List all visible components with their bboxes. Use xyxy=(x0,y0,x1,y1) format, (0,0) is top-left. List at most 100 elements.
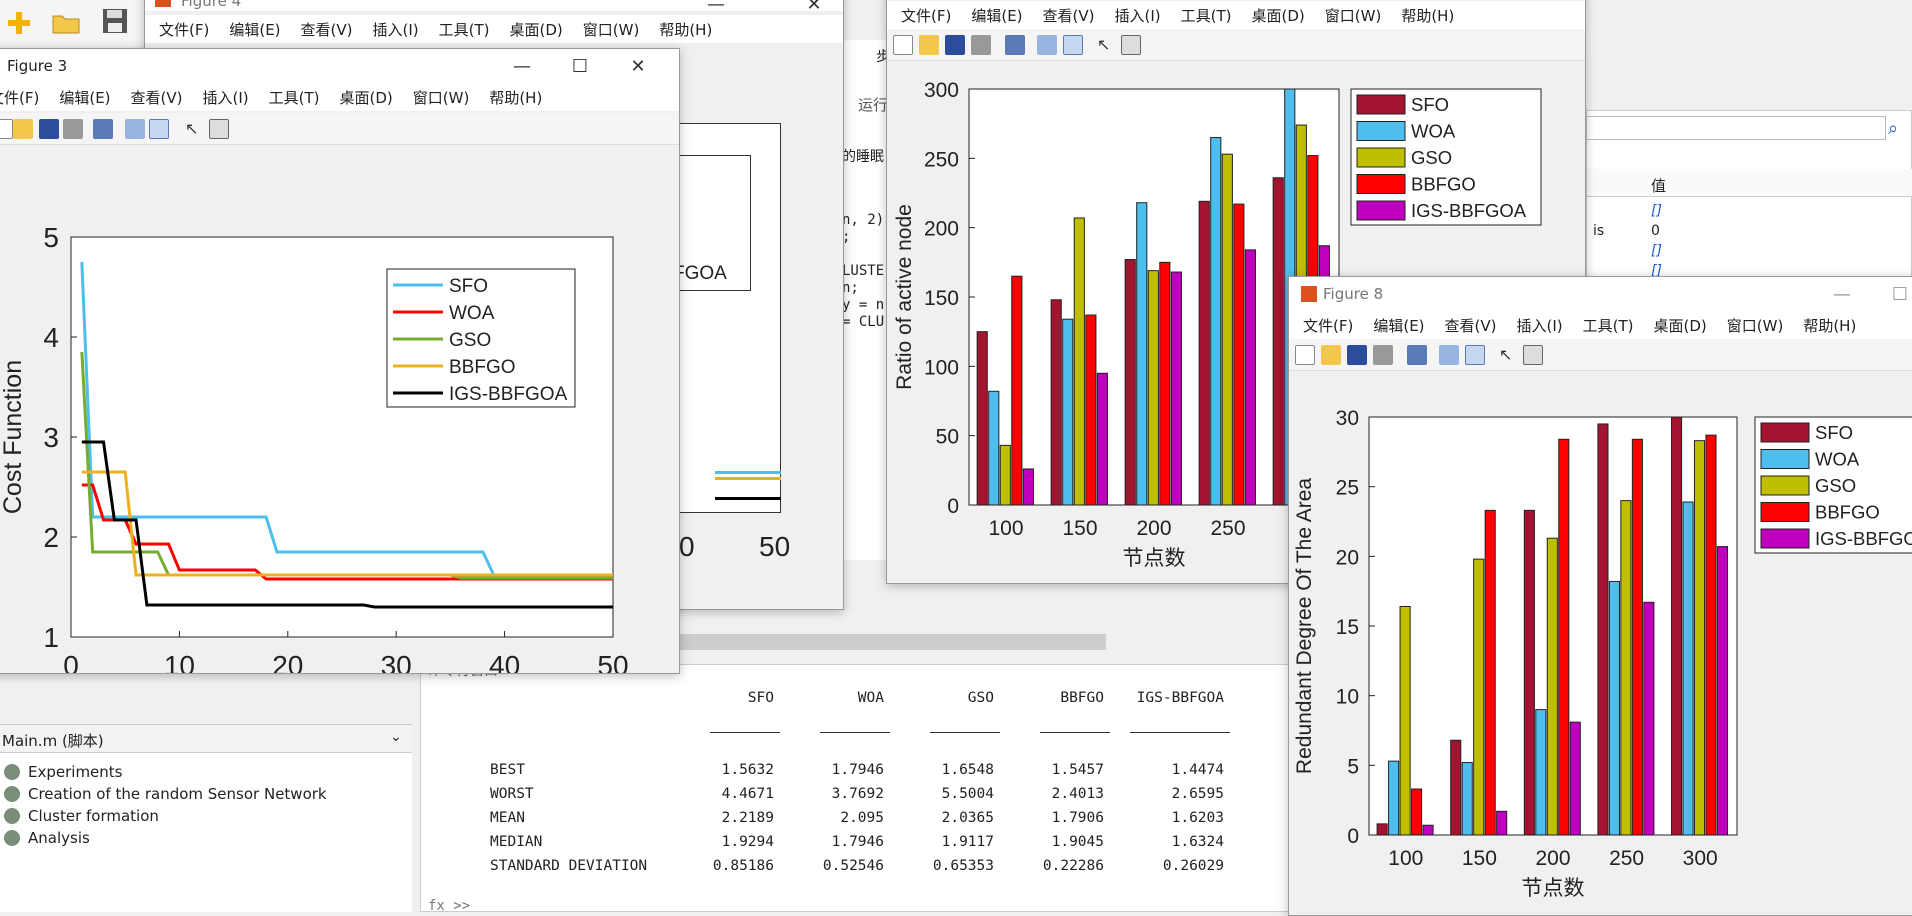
bar xyxy=(1693,440,1706,836)
maximize-button[interactable]: ☐ xyxy=(551,49,609,83)
figure8-window[interactable]: Figure 8 — ☐ 文件(F) 编辑(E) 查看(V) 插入(I) 工具(T) 桌面… xyxy=(1288,276,1912,916)
menu-item[interactable]: 查看(V) xyxy=(131,87,183,108)
section-item[interactable]: Experiments xyxy=(4,763,122,781)
section-icon xyxy=(4,830,20,846)
menu-item[interactable]: 编辑(E) xyxy=(1373,315,1424,336)
figure8-toolbar: ↖ xyxy=(1289,339,1912,371)
menu-item[interactable]: 桌面(D) xyxy=(1654,315,1707,336)
y-tick-label: 250 xyxy=(924,148,959,171)
maximize-button[interactable]: ☐ xyxy=(1871,277,1912,311)
header-underline xyxy=(930,732,1000,733)
section-item[interactable]: Cluster formation xyxy=(4,807,159,825)
menu-item[interactable]: 桌面(D) xyxy=(510,19,563,40)
menu-item[interactable]: 编辑(E) xyxy=(229,19,280,40)
redundant-degree-chart[interactable]: 100 150 200 250 300 0 5 10 15 20 25 30 节点数 Redundant … xyxy=(1289,373,1912,916)
cost-function-chart[interactable]: 0102030405012345IterationsCost FunctionS… xyxy=(0,147,680,674)
open-icon[interactable] xyxy=(919,35,939,55)
pointer-icon[interactable]: ↖ xyxy=(1097,35,1117,55)
x-axis-label: 节点数 xyxy=(1522,877,1585,900)
menu-item[interactable]: 插入(I) xyxy=(1115,5,1161,26)
legend-icon[interactable] xyxy=(1465,345,1485,365)
menu-item[interactable]: 编辑(E) xyxy=(59,87,110,108)
menu-item[interactable]: 插入(I) xyxy=(1517,315,1563,336)
menu-item[interactable]: 文件(F) xyxy=(0,87,39,108)
save-icon[interactable] xyxy=(945,35,965,55)
save-icon[interactable] xyxy=(39,119,59,139)
legend-swatch xyxy=(1760,422,1810,443)
bar xyxy=(1546,537,1558,836)
menu-item[interactable]: 窗口(W) xyxy=(1727,315,1784,336)
menu-item[interactable]: 查看(V) xyxy=(1445,315,1497,336)
minimize-button[interactable]: — xyxy=(687,0,745,21)
property-icon[interactable] xyxy=(209,119,229,139)
save-icon[interactable] xyxy=(1347,345,1367,365)
section-item[interactable]: Creation of the random Sensor Network xyxy=(4,785,327,803)
colorbar-icon[interactable] xyxy=(125,119,145,139)
menu-item[interactable]: 文件(F) xyxy=(159,19,209,40)
pointer-icon[interactable]: ↖ xyxy=(1499,345,1519,365)
code-line: n; xyxy=(842,280,859,296)
print-icon[interactable] xyxy=(1373,345,1393,365)
bar xyxy=(1535,709,1547,836)
open-folder-icon[interactable] xyxy=(52,12,80,34)
section-item[interactable]: Analysis xyxy=(4,829,90,847)
menu-item[interactable]: 帮助(H) xyxy=(1803,315,1856,336)
save-icon[interactable] xyxy=(102,8,128,34)
new-figure-icon[interactable] xyxy=(893,35,913,55)
new-figure-icon[interactable] xyxy=(1295,345,1315,365)
menu-item[interactable]: 插入(I) xyxy=(373,19,419,40)
print-icon[interactable] xyxy=(63,119,83,139)
menu-item[interactable]: 文件(F) xyxy=(901,5,951,26)
add-icon[interactable] xyxy=(6,10,32,36)
bar xyxy=(976,331,988,506)
menu-item[interactable]: 工具(T) xyxy=(1181,5,1232,26)
print-icon[interactable] xyxy=(971,35,991,55)
search-box[interactable] xyxy=(1586,116,1886,140)
property-icon[interactable] xyxy=(1523,345,1543,365)
menu-item[interactable]: 查看(V) xyxy=(301,19,353,40)
colorbar-icon[interactable] xyxy=(1037,35,1057,55)
new-figure-icon[interactable] xyxy=(0,119,13,139)
x-tick-label: 0 xyxy=(63,650,79,674)
minimize-button[interactable]: — xyxy=(1813,277,1871,311)
menu-item[interactable]: 桌面(D) xyxy=(340,87,393,108)
close-button[interactable]: ✕ xyxy=(609,49,667,83)
pointer-icon[interactable]: ↖ xyxy=(185,119,205,139)
link-icon[interactable] xyxy=(1407,345,1427,365)
menu-item[interactable]: 窗口(W) xyxy=(1325,5,1382,26)
menu-item[interactable]: 工具(T) xyxy=(1583,315,1634,336)
legend-icon[interactable] xyxy=(149,119,169,139)
figure3-window[interactable]: Figure 3 — ☐ ✕ 文件(F) 编辑(E) 查看(V) 插入(I) 工具(T)… xyxy=(0,48,680,674)
menu-item[interactable]: 桌面(D) xyxy=(1252,5,1305,26)
search-icon[interactable]: ⌕ xyxy=(1888,118,1898,139)
y-tick-label: 50 xyxy=(936,426,959,449)
x-tick-label: 10 xyxy=(164,650,195,674)
menu-item[interactable]: 查看(V) xyxy=(1043,5,1095,26)
menu-item[interactable]: 编辑(E) xyxy=(971,5,1022,26)
menu-item[interactable]: 帮助(H) xyxy=(489,87,542,108)
menu-item[interactable]: 插入(I) xyxy=(203,87,249,108)
link-icon[interactable] xyxy=(1005,35,1025,55)
minimize-button[interactable]: — xyxy=(493,49,551,83)
chevron-down-icon[interactable]: ⌄ xyxy=(390,729,402,745)
figure4-title: Figure 4 xyxy=(181,0,242,10)
horizontal-scrollbar[interactable] xyxy=(676,634,1106,650)
colorbar-icon[interactable] xyxy=(1439,345,1459,365)
menu-item[interactable]: 窗口(W) xyxy=(413,87,470,108)
legend-icon[interactable] xyxy=(1063,35,1083,55)
menu-item[interactable]: 窗口(W) xyxy=(583,19,640,40)
open-icon[interactable] xyxy=(13,119,33,139)
property-icon[interactable] xyxy=(1121,35,1141,55)
menu-item[interactable]: 工具(T) xyxy=(269,87,320,108)
menu-item[interactable]: 工具(T) xyxy=(439,19,490,40)
menu-item[interactable]: 帮助(H) xyxy=(1401,5,1454,26)
link-icon[interactable] xyxy=(93,119,113,139)
open-icon[interactable] xyxy=(1321,345,1341,365)
script-title: Main.m (脚本) xyxy=(2,732,104,750)
x-tick-label: 50 xyxy=(597,650,628,674)
close-button[interactable]: ✕ xyxy=(785,0,843,21)
menu-item[interactable]: 帮助(H) xyxy=(659,19,712,40)
results-row-label: BEST xyxy=(490,762,525,778)
menu-item[interactable]: 文件(F) xyxy=(1303,315,1353,336)
